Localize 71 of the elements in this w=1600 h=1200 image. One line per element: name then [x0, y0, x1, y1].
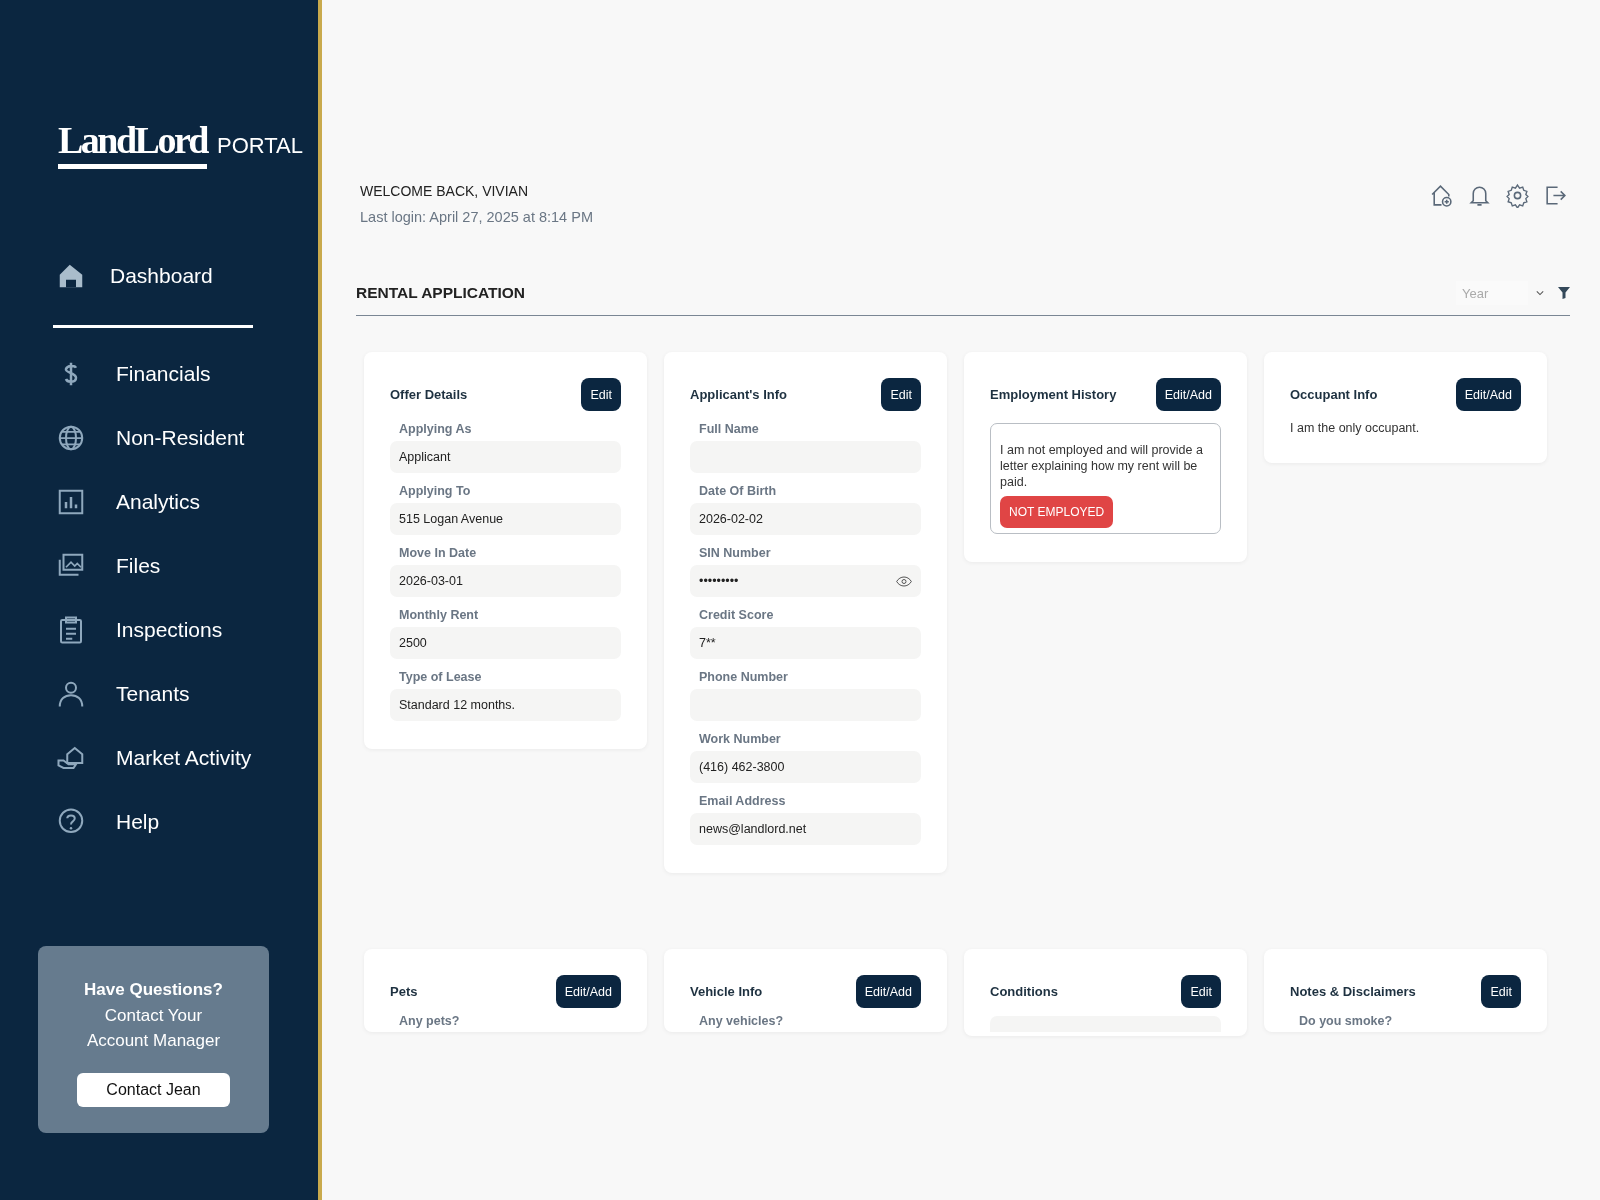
field-label: Credit Score [698, 608, 775, 622]
card-title: Employment History [990, 387, 1117, 402]
card-title: Conditions [990, 984, 1058, 999]
field-label: Move In Date [398, 546, 478, 560]
nav-item[interactable]: Analytics [0, 470, 318, 534]
input-field[interactable]: 2026-02-02 [690, 503, 921, 535]
edit-button[interactable]: Edit/Add [1455, 378, 1521, 411]
eye-icon[interactable] [896, 575, 912, 587]
contact-title: Have Questions? [84, 980, 223, 1000]
input-field[interactable]: (416) 462-3800 [690, 751, 921, 783]
card-title: Applicant's Info [690, 387, 787, 402]
input-field[interactable]: Standard 12 months. [390, 689, 621, 721]
nav-item[interactable]: Financials [0, 342, 318, 406]
logo-wordmark: LandLord [58, 118, 207, 169]
edit-button[interactable]: Edit [581, 378, 621, 411]
edit-button[interactable]: Edit/Add [855, 975, 921, 1008]
input-field[interactable]: 7** [690, 627, 921, 659]
nav-item[interactable]: Market Activity [0, 726, 318, 790]
field-label: Applying To [398, 484, 472, 498]
field-label: Applying As [398, 422, 473, 436]
card-title: Occupant Info [1290, 387, 1378, 402]
input-field[interactable]: news@landlord.net [690, 813, 921, 845]
nav-item[interactable]: Dashboard [53, 235, 253, 328]
status-badge: NOT EMPLOYED [1000, 496, 1114, 528]
field-label: Date Of Birth [698, 484, 778, 498]
card-title: Pets [390, 984, 418, 999]
nav-item[interactable]: Files [0, 534, 318, 598]
nav-item[interactable]: Inspections [0, 598, 318, 662]
field-label: SIN Number [698, 546, 772, 560]
nav-item[interactable]: Tenants [0, 662, 318, 726]
contact-button[interactable]: Contact Jean [77, 1073, 230, 1107]
contact-text: Contact Your Account Manager [85, 1005, 222, 1052]
edit-button[interactable]: Edit [1481, 975, 1521, 1008]
card-title: Vehicle Info [690, 984, 763, 999]
field-label: Email Address [698, 794, 787, 808]
input-field[interactable]: Applicant [390, 441, 621, 473]
question-text: Do you smoke? [1298, 1014, 1394, 1028]
input-field[interactable]: 2500 [390, 627, 621, 659]
question-text: Any pets? [398, 1014, 461, 1028]
field-label: Work Number [698, 732, 782, 746]
logo-suffix: PORTAL [216, 133, 303, 159]
settings-icon[interactable] [1505, 183, 1530, 208]
field-label: Phone Number [698, 670, 789, 684]
edit-button[interactable]: Edit [1181, 975, 1221, 1008]
welcome-text: WELCOME BACK, VIVIAN [360, 183, 530, 199]
field-label: Monthly Rent [398, 608, 480, 622]
filter-icon[interactable] [1558, 287, 1570, 299]
bell-icon[interactable] [1467, 183, 1492, 208]
card-title: Notes & Disclaimers [1290, 984, 1416, 999]
last-login-text: Last login: April 27, 2025 at 8:14 PM [360, 209, 593, 225]
nav-item[interactable]: Help [0, 790, 318, 854]
input-field[interactable]: 515 Logan Avenue [390, 503, 621, 535]
section-title: RENTAL APPLICATION [356, 284, 526, 302]
person-icon [56, 679, 86, 709]
question-text: Any vehicles? [698, 1014, 785, 1028]
bar-chart-icon [56, 487, 86, 517]
input-field[interactable]: 2026-03-01 [390, 565, 621, 597]
house-plus-icon[interactable] [1429, 183, 1454, 208]
edit-button[interactable]: Edit [881, 378, 921, 411]
card-text: I am the only occupant. [1290, 421, 1421, 435]
chevron-down-icon [1536, 290, 1544, 296]
logout-icon[interactable] [1543, 183, 1568, 208]
card-title: Offer Details [390, 387, 468, 402]
input-field[interactable]: ••••••••• [690, 565, 921, 597]
note-text: I am not employed and will provide a letter explaining how my rent will be paid. [1000, 442, 1204, 490]
edit-button[interactable]: Edit/Add [1155, 378, 1221, 411]
field-label: Type of Lease [398, 670, 483, 684]
nav-item[interactable]: Non-Resident [0, 406, 318, 470]
edit-button[interactable]: Edit/Add [555, 975, 621, 1008]
globe-icon [56, 423, 86, 453]
field-label: Full Name [698, 422, 760, 436]
